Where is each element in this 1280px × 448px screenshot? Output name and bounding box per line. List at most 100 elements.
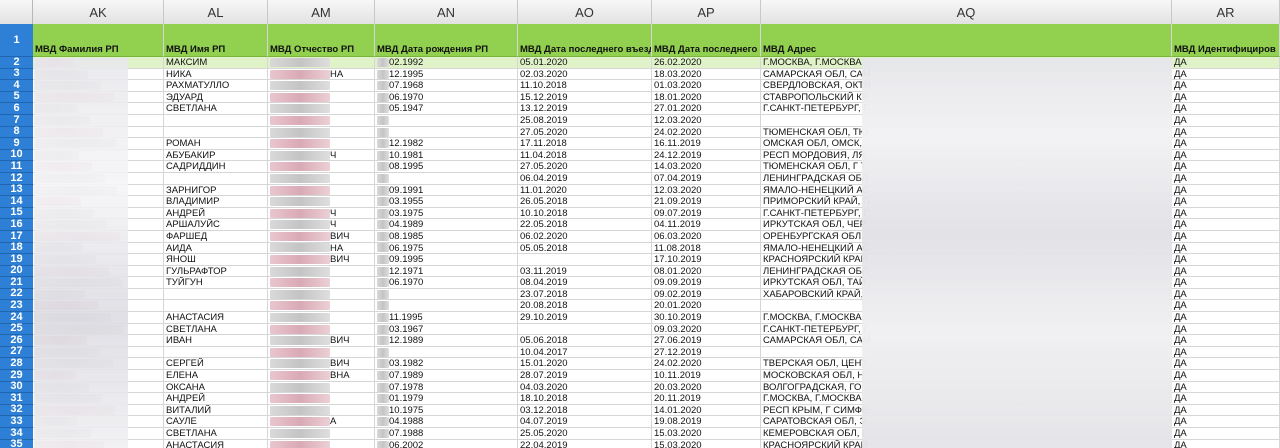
cell-patronymic[interactable]	[268, 57, 375, 69]
cell-birthdate[interactable]: 07.1968	[375, 80, 518, 92]
cell-last-entry[interactable]: 05.05.2018	[518, 242, 652, 255]
cell-identified[interactable]: ДА	[1172, 126, 1280, 139]
cell-identified[interactable]: ДА	[1172, 184, 1280, 197]
cell-patronymic[interactable]	[268, 393, 375, 405]
cell-name[interactable]: ОКСАНА	[164, 381, 268, 394]
cell-last-entry[interactable]: 06.02.2020	[518, 230, 652, 243]
cell-name[interactable]: НИКА	[164, 68, 268, 81]
cell-name[interactable]: АБУБАКИР	[164, 149, 268, 162]
cell-identified[interactable]: ДА	[1172, 196, 1280, 208]
cell-last-date[interactable]: 09.09.2019	[652, 277, 761, 289]
cell-name[interactable]: РОМАН	[164, 138, 268, 150]
cell-identified[interactable]: ДА	[1172, 230, 1280, 243]
cell-last-date[interactable]: 27.01.2020	[652, 103, 761, 115]
cell-patronymic[interactable]	[268, 439, 375, 448]
cell-identified[interactable]: ДА	[1172, 265, 1280, 278]
cell-last-entry[interactable]: 15.12.2019	[518, 91, 652, 104]
cell-patronymic[interactable]: ВИЧ	[268, 335, 375, 347]
cell-last-entry[interactable]: 22.04.2019	[518, 439, 652, 448]
cell-name[interactable]: СВЕТЛАНА	[164, 103, 268, 115]
cell-patronymic[interactable]	[268, 346, 375, 359]
cell-birthdate[interactable]: 07.1989	[375, 370, 518, 382]
cell-identified[interactable]: ДА	[1172, 219, 1280, 231]
cell-identified[interactable]: ДА	[1172, 358, 1280, 371]
cell-name[interactable]: САУЛЕ	[164, 416, 268, 428]
cell-name[interactable]: ЭДУАРД	[164, 91, 268, 104]
cell-last-entry[interactable]: 05.06.2018	[518, 335, 652, 347]
header-cell-birthdate[interactable]: МВД Дата рождения РП	[375, 24, 518, 57]
cell-name[interactable]: МАКСИМ	[164, 57, 268, 69]
cell-last-date[interactable]: 30.10.2019	[652, 312, 761, 324]
cell-last-date[interactable]: 16.11.2019	[652, 138, 761, 150]
cell-birthdate[interactable]	[375, 114, 518, 127]
cell-identified[interactable]: ДА	[1172, 300, 1280, 313]
cell-patronymic[interactable]	[268, 404, 375, 417]
cell-last-entry[interactable]: 11.10.2018	[518, 80, 652, 92]
cell-birthdate[interactable]: 07.1978	[375, 381, 518, 394]
cell-patronymic[interactable]: НА	[268, 68, 375, 81]
cell-last-date[interactable]: 08.01.2020	[652, 265, 761, 278]
cell-patronymic[interactable]: ВИЧ	[268, 254, 375, 266]
cell-last-date[interactable]: 11.08.2018	[652, 242, 761, 255]
select-all-corner[interactable]	[0, 0, 33, 24]
cell-birthdate[interactable]: 08.1985	[375, 230, 518, 243]
cell-last-entry[interactable]: 17.11.2018	[518, 138, 652, 150]
header-cell-last-date[interactable]: МВД Дата последнего в	[652, 24, 761, 57]
cell-last-date[interactable]: 10.11.2019	[652, 370, 761, 382]
header-cell-patronymic[interactable]: МВД Отчество РП	[268, 24, 375, 57]
cell-birthdate[interactable]: 04.1988	[375, 416, 518, 428]
cell-last-date[interactable]: 06.03.2020	[652, 230, 761, 243]
cell-last-date[interactable]: 26.02.2020	[652, 57, 761, 69]
cell-patronymic[interactable]: А	[268, 416, 375, 428]
cell-identified[interactable]: ДА	[1172, 242, 1280, 255]
cell-name[interactable]: ЕЛЕНА	[164, 370, 268, 382]
cell-name[interactable]: АРШАЛУЙС	[164, 219, 268, 231]
cell-birthdate[interactable]: 12.1989	[375, 335, 518, 347]
cell-identified[interactable]: ДА	[1172, 114, 1280, 127]
header-cell-last-entry[interactable]: МВД Дата последнего въезда	[518, 24, 652, 57]
cell-last-entry[interactable]: 03.12.2018	[518, 404, 652, 417]
cell-birthdate[interactable]: 08.1995	[375, 161, 518, 173]
cell-last-entry[interactable]: 06.04.2019	[518, 172, 652, 185]
header-cell-name[interactable]: МВД Имя РП	[164, 24, 268, 57]
cell-patronymic[interactable]	[268, 300, 375, 313]
cell-last-entry[interactable]	[518, 254, 652, 266]
cell-patronymic[interactable]: Ч	[268, 207, 375, 220]
cell-patronymic[interactable]: НА	[268, 242, 375, 255]
cell-birthdate[interactable]: 10.1981	[375, 149, 518, 162]
cell-last-date[interactable]: 07.04.2019	[652, 172, 761, 185]
cell-name[interactable]: СЕРГЕЙ	[164, 358, 268, 371]
cell-patronymic[interactable]	[268, 161, 375, 173]
cell-name[interactable]: СВЕТЛАНА	[164, 428, 268, 440]
cell-birthdate[interactable]: 03.1967	[375, 323, 518, 336]
cell-last-date[interactable]: 09.02.2019	[652, 288, 761, 301]
cell-last-entry[interactable]: 27.05.2020	[518, 161, 652, 173]
cell-birthdate[interactable]: 10.1975	[375, 404, 518, 417]
column-header-ap[interactable]: AP	[652, 0, 761, 24]
cell-last-entry[interactable]: 04.07.2019	[518, 416, 652, 428]
cell-name[interactable]: САДРИДДИН	[164, 161, 268, 173]
cell-birthdate[interactable]: 09.1995	[375, 254, 518, 266]
cell-last-date[interactable]: 20.03.2020	[652, 381, 761, 394]
cell-name[interactable]: АНДРЕЙ	[164, 207, 268, 220]
cell-last-date[interactable]: 17.10.2019	[652, 254, 761, 266]
cell-last-entry[interactable]: 28.07.2019	[518, 370, 652, 382]
cell-birthdate[interactable]: 07.1988	[375, 428, 518, 440]
cell-name[interactable]	[164, 346, 268, 359]
cell-patronymic[interactable]: Ч	[268, 149, 375, 162]
cell-patronymic[interactable]	[268, 184, 375, 197]
cell-last-date[interactable]: 19.08.2019	[652, 416, 761, 428]
cell-birthdate[interactable]: 05.1947	[375, 103, 518, 115]
cell-last-entry[interactable]: 10.10.2018	[518, 207, 652, 220]
cell-patronymic[interactable]	[268, 91, 375, 104]
cell-last-entry[interactable]: 10.04.2017	[518, 346, 652, 359]
cell-last-entry[interactable]: 04.03.2020	[518, 381, 652, 394]
cell-patronymic[interactable]	[268, 103, 375, 115]
column-header-ak[interactable]: AK	[33, 0, 164, 24]
cell-birthdate[interactable]: 03.1982	[375, 358, 518, 371]
cell-last-entry[interactable]: 27.05.2020	[518, 126, 652, 139]
cell-identified[interactable]: ДА	[1172, 149, 1280, 162]
cell-patronymic[interactable]: Ч	[268, 219, 375, 231]
cell-name[interactable]: ЯНОШ	[164, 254, 268, 266]
cell-name[interactable]: ВИТАЛИЙ	[164, 404, 268, 417]
